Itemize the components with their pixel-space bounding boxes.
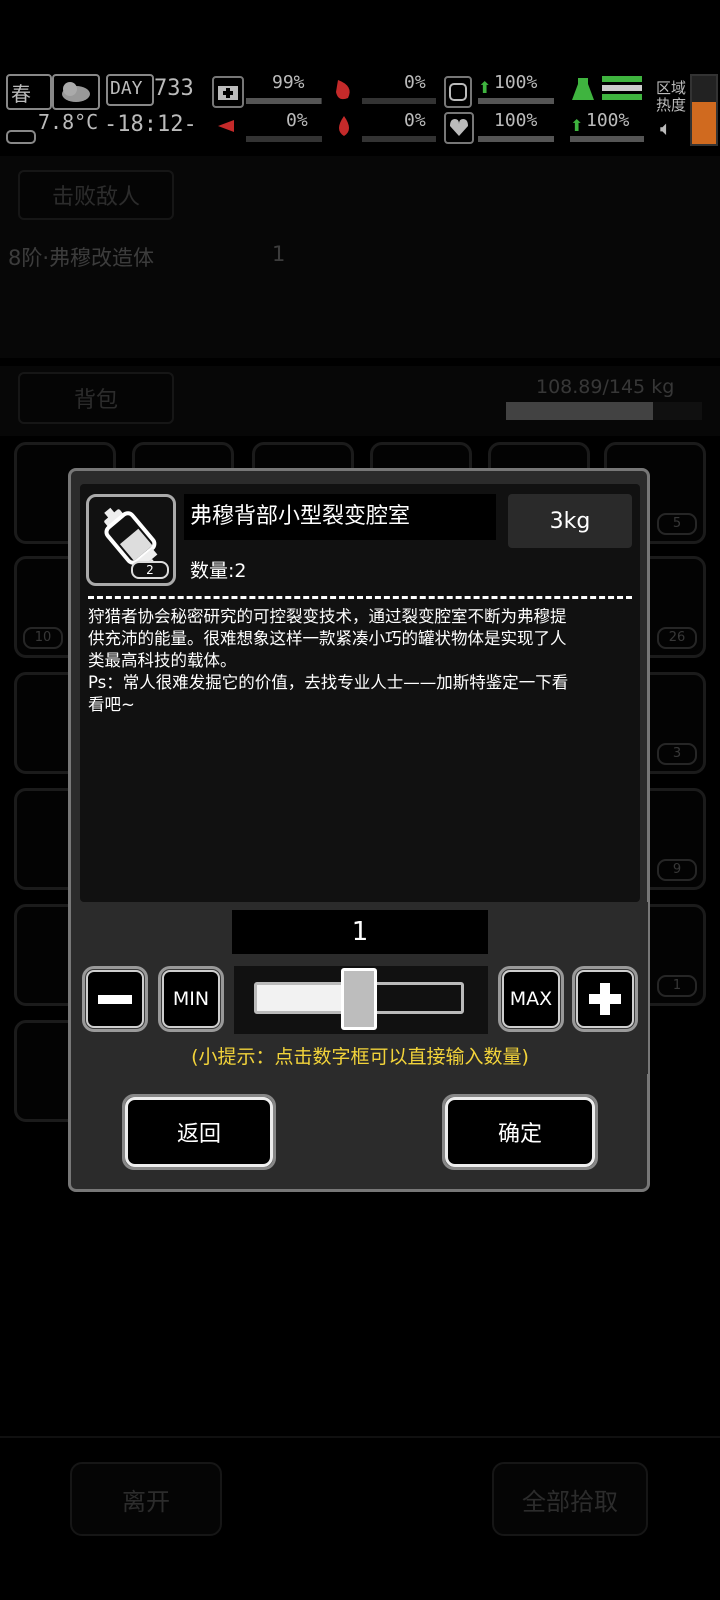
season-label: 春 bbox=[11, 82, 31, 106]
day-value: 733 bbox=[154, 76, 194, 101]
food-can-icon bbox=[444, 76, 472, 108]
max-button[interactable]: MAX bbox=[498, 966, 564, 1032]
divider bbox=[0, 1436, 720, 1438]
item-weight: 3kg bbox=[508, 494, 632, 548]
quantity-input[interactable]: 1 bbox=[232, 910, 488, 954]
temperature: 7.8°C bbox=[38, 110, 99, 134]
up-arrow-icon-2: ⬆ bbox=[570, 116, 584, 135]
slider-thumb[interactable] bbox=[341, 968, 377, 1030]
thermometer-icon bbox=[6, 130, 36, 144]
health-value: 99% bbox=[272, 72, 305, 93]
min-button[interactable]: MIN bbox=[158, 966, 224, 1032]
bleeding-value: 0% bbox=[286, 110, 308, 131]
item-slot-count: 2 bbox=[131, 561, 169, 579]
backpack-weight: 108.89/145 kg bbox=[536, 376, 675, 398]
thirst-value: 0% bbox=[404, 110, 426, 131]
energy-bars-icon bbox=[602, 76, 642, 102]
dashed-divider bbox=[88, 596, 632, 599]
weather-icon bbox=[52, 74, 100, 110]
enemy-name: 8阶·弗穆改造体 bbox=[8, 246, 155, 270]
enemy-count: 1 bbox=[272, 242, 286, 266]
back-button[interactable]: 返回 bbox=[122, 1094, 276, 1170]
quantity-slider[interactable] bbox=[234, 966, 488, 1034]
region-heat-label: 区域 热度 bbox=[656, 79, 687, 114]
up-arrow-icon: ⬆ bbox=[478, 78, 492, 97]
bleeding-bar bbox=[246, 136, 322, 142]
mood-value: 100% bbox=[494, 110, 538, 131]
clock-time: -18:12- bbox=[104, 112, 197, 137]
heart-icon bbox=[444, 112, 474, 144]
water-drop-icon bbox=[330, 112, 358, 140]
infection-bar bbox=[362, 98, 436, 104]
season-box: 春 bbox=[6, 74, 52, 110]
leave-button[interactable]: 离开 bbox=[70, 1462, 222, 1536]
thirst-bar bbox=[362, 136, 436, 142]
stamina-value: 100% bbox=[586, 110, 630, 131]
health-bar bbox=[246, 98, 322, 104]
medkit-icon bbox=[212, 76, 244, 108]
flask-icon bbox=[570, 76, 596, 104]
confirm-button[interactable]: 确定 bbox=[442, 1094, 598, 1170]
sound-icon[interactable]: 🔈︎ bbox=[660, 116, 672, 140]
hint-text: (小提示：点击数字框可以直接输入数量) bbox=[191, 1046, 529, 1068]
region-heat-meter bbox=[690, 74, 718, 146]
stamina-bar bbox=[570, 136, 644, 142]
infection-value: 0% bbox=[404, 72, 426, 93]
mood-bar bbox=[478, 136, 554, 142]
defeat-enemies-tab[interactable]: 击败敌人 bbox=[18, 170, 174, 220]
decrease-button[interactable] bbox=[82, 966, 148, 1032]
item-quantity-label: 数量:2 bbox=[190, 560, 247, 582]
plus-icon bbox=[576, 970, 634, 1028]
day-badge: DAY bbox=[106, 74, 154, 106]
item-description: 狩猎者协会秘密研究的可控裂变技术，通过裂变腔室不断为弗穆提 供充沛的能量。很难想… bbox=[88, 607, 569, 714]
satiety-bar bbox=[478, 98, 554, 104]
backpack-tab[interactable]: 背包 bbox=[18, 372, 174, 424]
pick-all-button[interactable]: 全部拾取 bbox=[492, 1462, 648, 1536]
item-name: 弗穆背部小型裂变腔室 bbox=[184, 494, 496, 540]
blood-drop-icon bbox=[212, 112, 240, 140]
stomach-icon bbox=[330, 76, 358, 104]
status-bar: 春 7.8°C DAY 733 -18:12- 99% 0% 0% 0% ⬆ 1… bbox=[0, 70, 720, 148]
weight-bar bbox=[506, 402, 702, 420]
satiety-value: 100% bbox=[494, 72, 538, 93]
item-slot: 2 bbox=[86, 494, 176, 586]
minus-icon bbox=[86, 970, 144, 1028]
increase-button[interactable] bbox=[572, 966, 638, 1032]
